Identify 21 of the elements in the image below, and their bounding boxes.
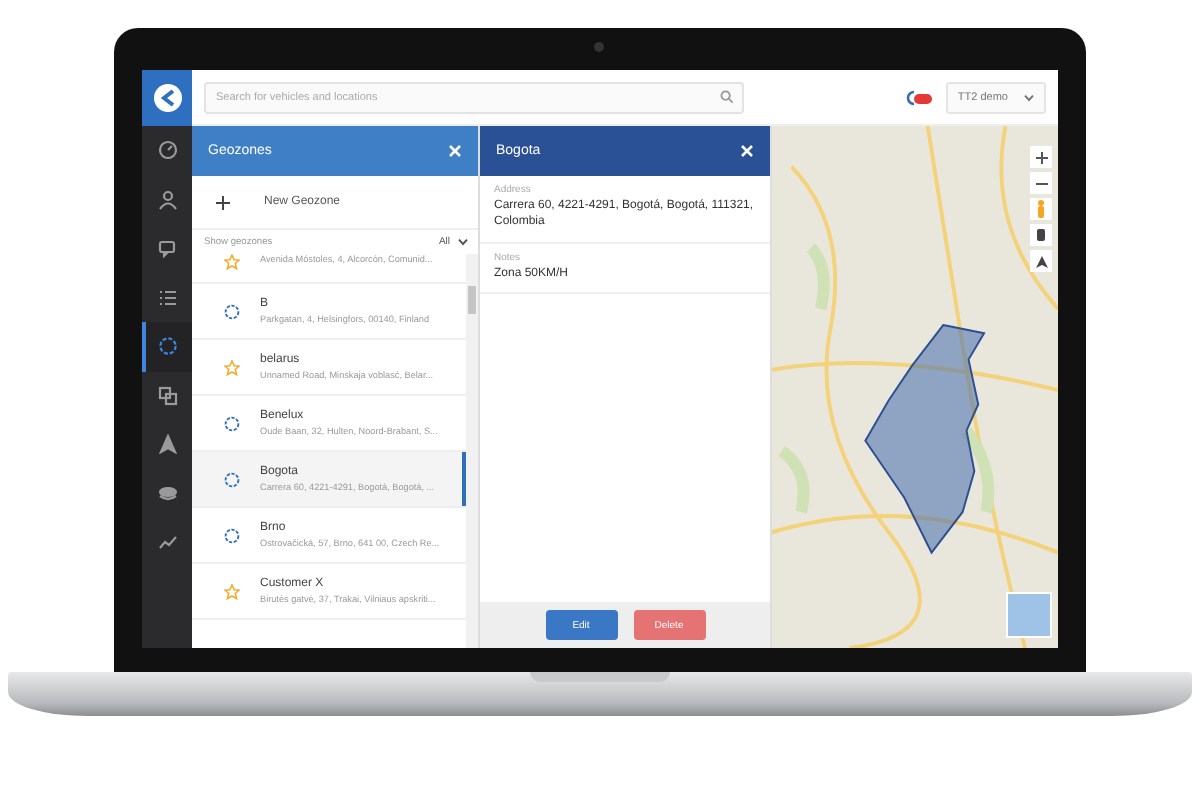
geozone-icon <box>224 527 240 543</box>
caret-icon <box>458 238 468 246</box>
close-icon[interactable] <box>448 144 462 158</box>
geozone-icon <box>224 471 240 487</box>
geozone-icon[interactable] <box>142 322 192 371</box>
star-icon <box>224 254 240 270</box>
search-icon[interactable] <box>720 90 734 104</box>
close-icon[interactable] <box>740 144 754 158</box>
zoom-out-icon[interactable] <box>1030 172 1052 194</box>
geozone-icon <box>224 415 240 431</box>
minimap-thumbnail[interactable] <box>1006 592 1052 638</box>
zoom-in-icon[interactable] <box>1030 146 1052 168</box>
star-icon <box>224 359 240 375</box>
scrollbar[interactable] <box>466 254 478 648</box>
geozone-icon <box>224 303 240 319</box>
navigate-icon[interactable] <box>1030 250 1052 272</box>
camera-icon <box>594 42 604 52</box>
notification-icon[interactable] <box>901 87 934 107</box>
star-icon <box>224 583 240 599</box>
plus-icon <box>216 195 230 209</box>
caret-icon <box>1024 93 1034 101</box>
